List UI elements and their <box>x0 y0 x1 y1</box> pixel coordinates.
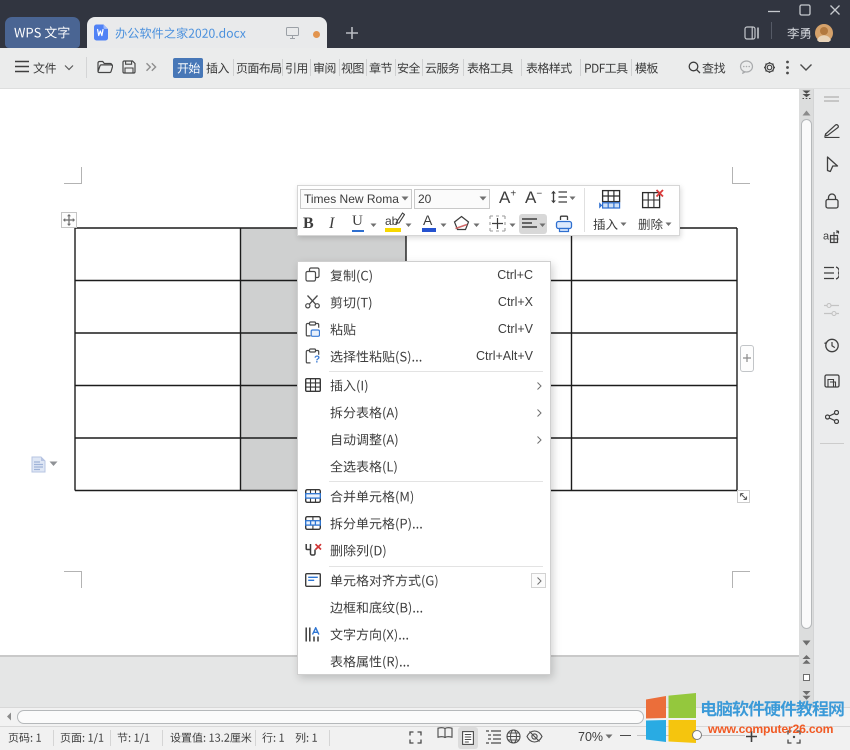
svg-text:a: a <box>823 231 830 243</box>
svg-text:?: ? <box>314 355 320 365</box>
